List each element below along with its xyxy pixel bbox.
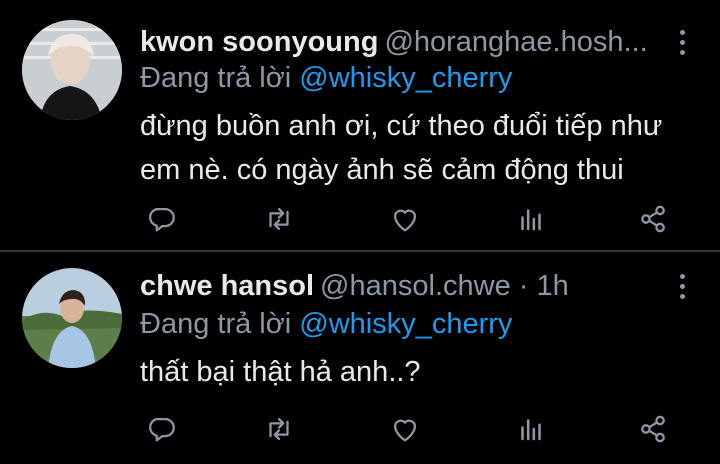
replying-to: Đang trả lời @whisky_cherry: [140, 60, 512, 96]
replying-to: Đang trả lời @whisky_cherry: [140, 306, 512, 342]
mention-link[interactable]: @whisky_cherry: [299, 308, 512, 340]
tweet-text-line: thất bại thật hả anh..?: [140, 356, 421, 388]
tweet-header: chwe hansol @hansol.chwe · 1h: [140, 268, 672, 304]
retweet-icon[interactable]: [262, 412, 296, 446]
tweet-text: thất bại thật hả anh..?: [140, 350, 700, 394]
timestamp[interactable]: 1h: [536, 270, 568, 302]
analytics-icon[interactable]: [514, 202, 548, 236]
like-icon[interactable]: [388, 202, 422, 236]
replying-prefix: Đang trả lời: [140, 62, 292, 94]
display-name[interactable]: chwe hansol: [140, 270, 314, 302]
retweet-icon[interactable]: [262, 202, 296, 236]
tweet-text-line: em nè. có ngày ảnh sẽ cảm động thui: [140, 154, 624, 186]
tweet-header: kwon soonyoung @horanghae.hosh...: [140, 24, 672, 60]
separator-dot: ·: [510, 270, 537, 302]
avatar[interactable]: [22, 20, 122, 120]
reply-icon[interactable]: [144, 202, 178, 236]
tweet[interactable]: chwe hansol @hansol.chwe · 1h Đang trả lờ…: [0, 252, 720, 464]
tweet[interactable]: kwon soonyoung @horanghae.hosh... Đang tr…: [0, 0, 720, 250]
display-name[interactable]: kwon soonyoung: [140, 26, 378, 58]
user-handle[interactable]: @hansol.chwe: [320, 270, 511, 302]
action-bar: [140, 202, 680, 236]
analytics-icon[interactable]: [514, 412, 548, 446]
share-icon[interactable]: [636, 412, 670, 446]
more-icon[interactable]: [678, 28, 686, 58]
tweet-text: đừng buồn anh ơi, cứ theo đuổi tiếp như …: [140, 104, 700, 192]
avatar[interactable]: [22, 268, 122, 368]
replying-prefix: Đang trả lời: [140, 308, 292, 340]
reply-icon[interactable]: [144, 412, 178, 446]
share-icon[interactable]: [636, 202, 670, 236]
mention-link[interactable]: @whisky_cherry: [299, 62, 512, 94]
user-handle[interactable]: @horanghae.hosh...: [384, 26, 647, 58]
like-icon[interactable]: [388, 412, 422, 446]
more-icon[interactable]: [678, 272, 686, 302]
action-bar: [140, 412, 680, 446]
tweet-text-line: đừng buồn anh ơi, cứ theo đuổi tiếp như: [140, 110, 663, 142]
